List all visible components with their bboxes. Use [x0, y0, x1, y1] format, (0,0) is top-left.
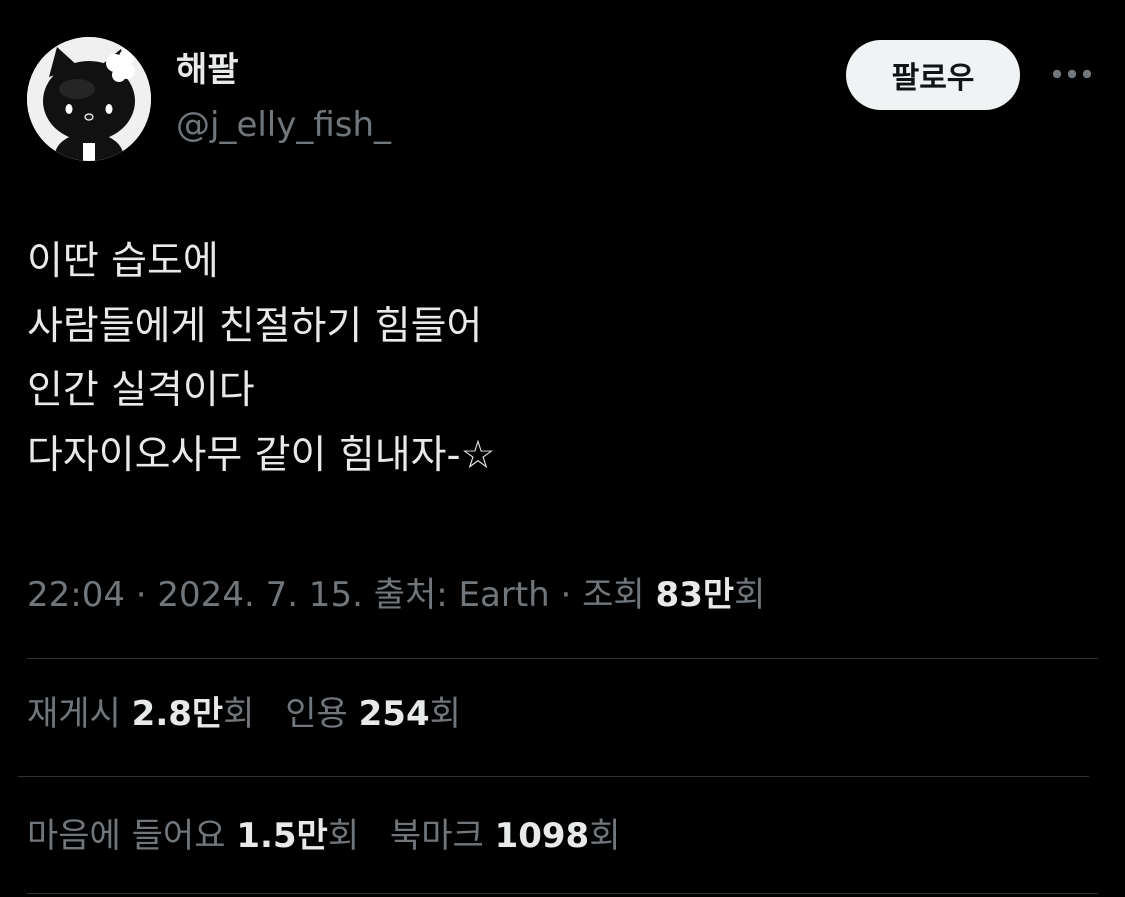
tweet-line: 인간 실격이다	[27, 368, 255, 413]
stats-row-reposts-quotes: 재게시 2.8만회 인용 254회	[27, 691, 481, 737]
user-handle[interactable]: @j_elly_fish_	[176, 104, 391, 146]
quotes-label: 인용	[285, 694, 348, 734]
quotes-suffix: 회	[429, 694, 461, 734]
more-horizontal-icon[interactable]	[1049, 60, 1095, 88]
tweet-line: 다자이오사무 같이 힘내자-☆	[27, 432, 496, 478]
bookmarks-count: 1098	[494, 816, 590, 856]
likes-label: 마음에 들어요	[27, 816, 226, 856]
source-label: 출처:	[373, 575, 448, 615]
views-label: 조회	[582, 575, 645, 615]
separator-dot: ·	[560, 575, 583, 615]
avatar[interactable]	[27, 37, 151, 161]
bookmarks-suffix: 회	[589, 816, 621, 856]
likes-suffix: 회	[327, 816, 360, 856]
divider	[27, 893, 1098, 894]
tweet-text: 이딴 습도에 사람들에게 친절하기 힘들어 인간 실격이다 다자이오사무 같이 …	[27, 230, 496, 488]
stats-row-likes-bookmarks: 마음에 들어요 1.5만회 북마크 1098회	[27, 813, 641, 859]
divider	[27, 658, 1098, 659]
views-unit: 만	[702, 575, 735, 615]
tweet-line: 이딴 습도에	[27, 239, 219, 284]
display-name[interactable]: 해팔	[176, 50, 239, 90]
views-count: 83	[655, 575, 703, 615]
divider	[18, 776, 1089, 777]
likes-count: 1.5	[236, 816, 297, 856]
views-suffix: 회	[734, 575, 766, 615]
tweet-time[interactable]: 22:04	[27, 575, 125, 615]
bookmarks-stat[interactable]: 북마크 1098회	[390, 813, 621, 859]
quotes-stat[interactable]: 인용 254회	[285, 691, 461, 737]
follow-button[interactable]: 팔로우	[846, 40, 1020, 110]
tweet-meta: 22:04 · 2024. 7. 15. 출처: Earth · 조회 83만회	[27, 572, 765, 618]
likes-stat[interactable]: 마음에 들어요 1.5만회	[27, 813, 359, 859]
tweet-source: Earth	[458, 575, 550, 615]
reposts-unit: 만	[191, 694, 224, 734]
tweet-date[interactable]: 2024. 7. 15.	[157, 575, 362, 615]
reposts-label: 재게시	[27, 694, 121, 734]
likes-unit: 만	[296, 816, 328, 856]
reposts-suffix: 회	[223, 694, 255, 734]
hello-kitty-avatar-icon	[27, 37, 151, 161]
bookmarks-label: 북마크	[389, 816, 484, 856]
reposts-count: 2.8	[131, 694, 192, 734]
separator-dot: ·	[135, 575, 158, 615]
tweet-line: 사람들에게 친절하기 힘들어	[27, 303, 483, 349]
reposts-stat[interactable]: 재게시 2.8만회	[27, 691, 254, 737]
quotes-count: 254	[358, 694, 430, 734]
